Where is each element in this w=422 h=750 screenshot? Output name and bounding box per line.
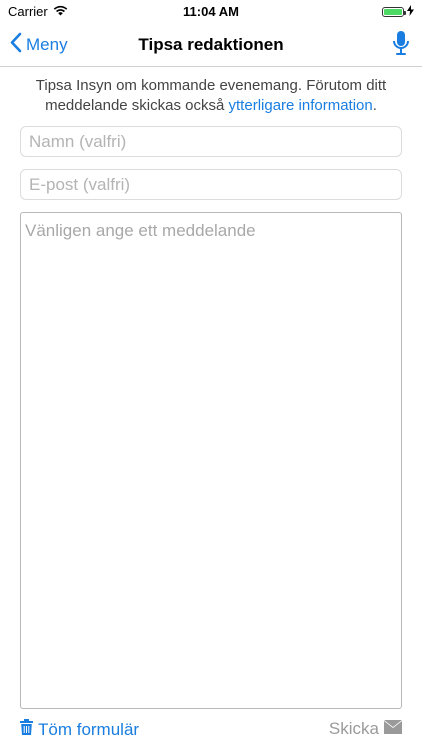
intro-text: Tipsa Insyn om kommande evenemang. Förut… <box>20 76 402 116</box>
clear-form-label: Töm formulär <box>38 719 140 739</box>
status-bar: Carrier 11:04 AM <box>0 0 422 24</box>
email-input[interactable] <box>20 169 402 200</box>
charging-icon <box>407 4 414 19</box>
trash-icon <box>20 719 33 740</box>
battery-icon <box>382 6 406 17</box>
name-input[interactable] <box>20 126 402 157</box>
message-textarea[interactable] <box>20 212 402 709</box>
microphone-button[interactable] <box>392 30 410 61</box>
send-label: Skicka <box>328 719 379 738</box>
envelope-icon <box>384 719 402 739</box>
more-info-link[interactable]: ytterligare information <box>229 97 373 114</box>
page-title: Tipsa redaktionen <box>138 35 284 54</box>
intro-end: . <box>372 97 377 114</box>
clear-form-button[interactable]: Töm formulär <box>20 719 139 740</box>
microphone-icon <box>392 31 410 60</box>
send-button[interactable]: Skicka <box>329 719 402 739</box>
navigation-bar: Meny Tipsa redaktionen <box>0 24 422 67</box>
status-right <box>382 4 414 19</box>
status-time: 11:04 AM <box>183 4 239 19</box>
